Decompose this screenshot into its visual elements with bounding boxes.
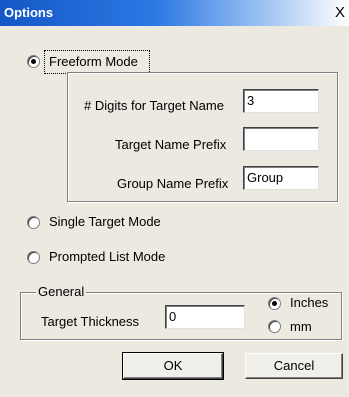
digits-input[interactable]: 3 bbox=[243, 89, 319, 113]
thickness-label: Target Thickness bbox=[41, 314, 140, 329]
mm-label[interactable]: mm bbox=[290, 319, 312, 334]
digits-label: # Digits for Target Name bbox=[84, 98, 224, 113]
cancel-button[interactable]: Cancel bbox=[245, 353, 343, 379]
inches-label[interactable]: Inches bbox=[290, 295, 328, 310]
title-bar[interactable]: Options X bbox=[0, 0, 349, 26]
inches-radio[interactable] bbox=[268, 297, 281, 310]
prompted-list-mode-label[interactable]: Prompted List Mode bbox=[49, 249, 165, 264]
window-title: Options bbox=[4, 5, 54, 20]
group-prefix-label: Group Name Prefix bbox=[117, 176, 229, 191]
options-dialog: Options X Freeform Mode # Digits for Tar… bbox=[0, 0, 349, 397]
group-prefix-input[interactable]: Group bbox=[243, 166, 319, 190]
mm-radio[interactable] bbox=[268, 320, 281, 333]
target-prefix-label: Target Name Prefix bbox=[115, 137, 227, 152]
radio-selected-dot bbox=[31, 59, 36, 64]
freeform-mode-radio[interactable] bbox=[27, 55, 40, 68]
single-target-mode-label[interactable]: Single Target Mode bbox=[49, 214, 161, 229]
target-prefix-input[interactable] bbox=[243, 127, 319, 151]
ok-button[interactable]: OK bbox=[122, 352, 224, 380]
prompted-list-mode-radio[interactable] bbox=[27, 251, 40, 264]
close-icon[interactable]: X bbox=[333, 5, 347, 21]
single-target-mode-radio[interactable] bbox=[27, 216, 40, 229]
radio-selected-dot bbox=[272, 301, 277, 306]
freeform-mode-label[interactable]: Freeform Mode bbox=[49, 54, 138, 69]
general-legend: General bbox=[36, 284, 87, 299]
thickness-input[interactable]: 0 bbox=[165, 305, 245, 329]
